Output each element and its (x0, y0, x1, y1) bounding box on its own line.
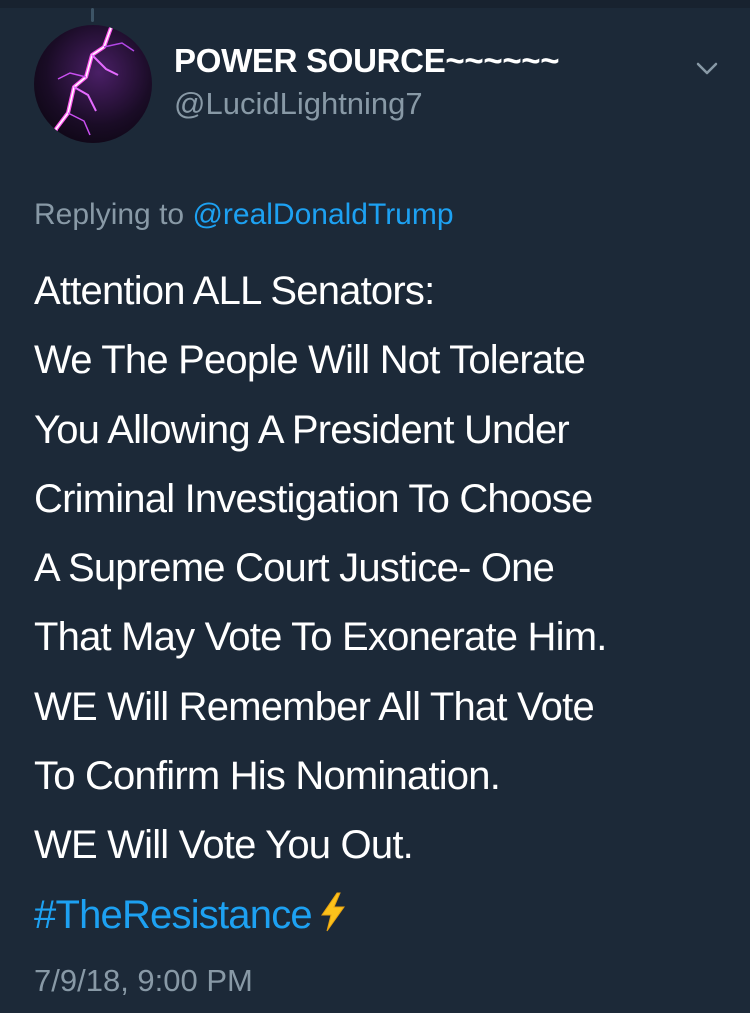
tweet-timestamp[interactable]: 7/9/18, 9:00 PM (34, 963, 253, 999)
tweet-text: Attention ALL Senators: We The People Wi… (34, 257, 734, 954)
tweet-line: WE Will Vote You Out. (34, 823, 414, 868)
tweet-line: To Confirm His Nomination. (34, 754, 501, 799)
tweet-line: That May Vote To Exonerate Him. (34, 615, 607, 660)
user-handle[interactable]: @LucidLightning7 (174, 86, 423, 122)
tweet-line: WE Will Remember All That Vote (34, 684, 595, 729)
tweet-line: Attention ALL Senators: (34, 269, 435, 313)
display-name[interactable]: POWER SOURCE~~~~~~ (174, 42, 560, 80)
lightning-avatar-icon (52, 25, 135, 143)
replying-to: Replying to @realDonaldTrump (34, 198, 454, 232)
hashtag-link[interactable]: #TheResistance (34, 893, 313, 937)
avatar[interactable] (34, 25, 152, 143)
hashtag-line: #TheResistance (34, 881, 734, 954)
tweet-line: A Supreme Court Justice- One (34, 546, 555, 591)
top-divider (0, 0, 750, 8)
lightning-emoji-icon (318, 885, 348, 954)
tweet-line: Criminal Investigation To Choose (34, 476, 593, 521)
tweet-line: You Allowing A President Under (34, 407, 570, 452)
replying-prefix: Replying to (34, 198, 185, 231)
reply-mention-link[interactable]: @realDonaldTrump (192, 198, 453, 231)
chevron-down-icon[interactable] (693, 54, 721, 82)
thread-connector (91, 8, 94, 22)
tweet-line: We The People Will Not Tolerate (34, 338, 586, 383)
